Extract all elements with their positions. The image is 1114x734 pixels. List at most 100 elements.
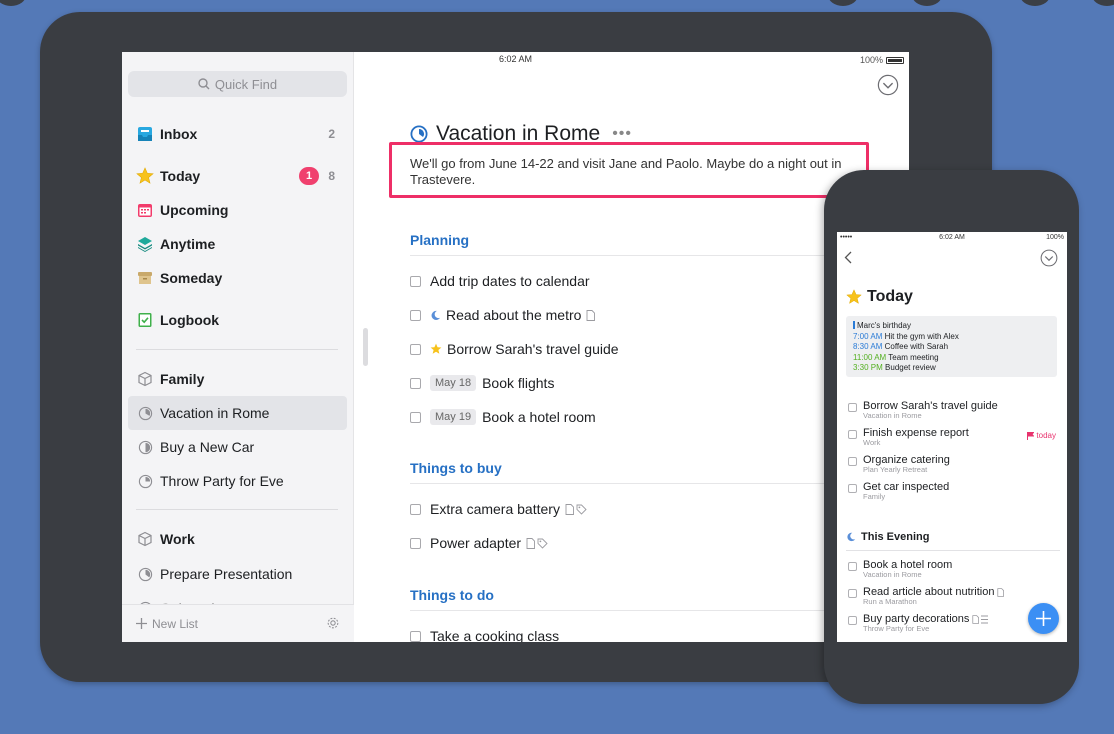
calendar-event: 3:30 PM Budget review bbox=[853, 363, 936, 372]
sidebar-footer: New List bbox=[122, 604, 354, 642]
todo-checkbox[interactable] bbox=[410, 537, 421, 549]
back-chevron-icon[interactable] bbox=[844, 251, 852, 264]
sidebar-project-label: Prepare Presentation bbox=[160, 566, 293, 582]
note-icon bbox=[997, 588, 1005, 597]
todo-checkbox[interactable] bbox=[410, 309, 421, 321]
status-time: 6:02 AM bbox=[939, 234, 965, 241]
star-icon bbox=[430, 343, 442, 354]
todo-checkbox[interactable] bbox=[848, 484, 857, 493]
sidebar-item-label: Inbox bbox=[160, 126, 198, 142]
todo-item[interactable]: Take a cooking class bbox=[410, 625, 559, 642]
todo-checkbox[interactable] bbox=[848, 403, 857, 412]
note-icon bbox=[565, 503, 574, 515]
new-list-button[interactable]: New List bbox=[136, 617, 198, 631]
background-shape bbox=[1092, 0, 1114, 6]
sidebar-item-someday[interactable]: Someday bbox=[128, 261, 347, 295]
date-chip: May 19 bbox=[430, 409, 477, 425]
todo-item[interactable]: Organize catering Plan Yearly Retreat bbox=[848, 454, 1058, 474]
sidebar-item-upcoming[interactable]: Upcoming bbox=[128, 193, 347, 227]
todo-checkbox[interactable] bbox=[410, 343, 421, 355]
section-heading-planning[interactable]: Planning bbox=[410, 232, 469, 248]
sidebar-item-label: Today bbox=[160, 168, 201, 184]
more-options-button[interactable]: ••• bbox=[612, 125, 632, 143]
todo-item[interactable]: Finish expense report Work today bbox=[848, 427, 1058, 447]
add-todo-button[interactable] bbox=[1028, 603, 1059, 634]
todo-project: Plan Yearly Retreat bbox=[863, 465, 928, 474]
section-heading-this-evening[interactable]: This Evening bbox=[846, 531, 929, 543]
todo-item[interactable]: Buy party decorations Throw Party for Ev… bbox=[848, 613, 1058, 633]
todo-title: Power adapter bbox=[430, 535, 522, 551]
calendar-event: 7:00 AM Hit the gym with Alex bbox=[853, 331, 959, 341]
chevron-down-circle-icon[interactable] bbox=[1040, 249, 1058, 267]
todo-item[interactable]: Book a hotel room Vacation in Rome bbox=[848, 559, 1058, 579]
sidebar-project-buy-a-new-car[interactable]: Buy a New Car bbox=[128, 430, 347, 464]
sidebar-project-label: Throw Party for Eve bbox=[160, 473, 284, 489]
sidebar-area-family[interactable]: Family bbox=[128, 362, 347, 396]
todo-checkbox[interactable] bbox=[410, 630, 421, 642]
todo-checkbox[interactable] bbox=[848, 616, 857, 625]
todo-title: Read about the metro bbox=[446, 307, 582, 323]
sidebar-area-work[interactable]: Work bbox=[128, 522, 347, 556]
todo-title: Borrow Sarah's travel guide bbox=[447, 341, 619, 357]
todo-item[interactable]: Add trip dates to calendar bbox=[410, 270, 590, 292]
ipad-screen: iPad 6:02 AM 100% Quick Find Inbox 2 Tod… bbox=[122, 52, 909, 642]
section-heading-things-to-buy[interactable]: Things to buy bbox=[410, 460, 502, 476]
sidebar-divider bbox=[136, 509, 338, 510]
sidebar-item-inbox[interactable]: Inbox 2 bbox=[128, 117, 347, 151]
sidebar-project-vacation-in-rome[interactable]: Vacation in Rome bbox=[128, 396, 347, 430]
background-shape bbox=[0, 0, 26, 6]
calendar-events[interactable]: Marc's birthday 7:00 AM Hit the gym with… bbox=[846, 316, 1057, 377]
search-icon bbox=[198, 78, 210, 90]
background-shape bbox=[1020, 0, 1050, 6]
todo-item[interactable]: Read article about nutrition Run a Marat… bbox=[848, 586, 1058, 606]
todo-item[interactable]: May 18 Book flights bbox=[410, 372, 554, 394]
sidebar-project-throw-party-for-eve[interactable]: Throw Party for Eve bbox=[128, 464, 347, 498]
todo-item[interactable]: Power adapter bbox=[410, 532, 548, 554]
due-badge: 1 bbox=[299, 167, 319, 185]
todo-checkbox[interactable] bbox=[848, 589, 857, 598]
sidebar-item-logbook[interactable]: Logbook bbox=[128, 303, 347, 337]
section-divider bbox=[846, 550, 1060, 551]
chevron-down-circle-icon[interactable] bbox=[877, 74, 899, 96]
todo-checkbox[interactable] bbox=[848, 457, 857, 466]
note-icon bbox=[526, 537, 536, 549]
project-progress-icon bbox=[136, 565, 154, 583]
settings-gear-icon[interactable] bbox=[326, 616, 340, 630]
todo-checkbox[interactable] bbox=[410, 503, 421, 515]
todo-item[interactable]: Read about the metro bbox=[410, 304, 596, 326]
todo-checkbox[interactable] bbox=[848, 430, 857, 439]
sidebar-area-label: Family bbox=[160, 371, 205, 387]
todo-title: Take a cooking class bbox=[430, 628, 560, 642]
todo-item[interactable]: May 19 Book a hotel room bbox=[410, 406, 596, 428]
section-divider bbox=[410, 483, 880, 484]
todo-item[interactable]: Extra camera battery bbox=[410, 498, 587, 520]
quick-find-search[interactable]: Quick Find bbox=[128, 71, 347, 97]
todo-project: Vacation in Rome bbox=[863, 570, 922, 579]
sidebar-project-label: Buy a New Car bbox=[160, 439, 255, 455]
todo-checkbox[interactable] bbox=[410, 411, 421, 423]
sidebar-divider bbox=[136, 349, 338, 350]
area-cube-icon bbox=[136, 530, 154, 548]
project-progress-icon bbox=[136, 404, 154, 422]
project-progress-icon bbox=[136, 438, 154, 456]
todo-checkbox[interactable] bbox=[410, 275, 421, 287]
sidebar-item-today[interactable]: Today 1 8 bbox=[128, 159, 347, 193]
todo-project: Family bbox=[863, 492, 886, 501]
note-icon bbox=[586, 309, 596, 321]
todo-item[interactable]: Borrow Sarah's travel guide bbox=[410, 338, 619, 360]
todo-item[interactable]: Borrow Sarah's travel guide Vacation in … bbox=[848, 400, 1058, 420]
layers-icon bbox=[136, 235, 154, 253]
todo-item[interactable]: Get car inspected Family bbox=[848, 481, 1058, 501]
archive-box-icon bbox=[136, 269, 154, 287]
sidebar-item-anytime[interactable]: Anytime bbox=[128, 227, 347, 261]
todo-title: Add trip dates to calendar bbox=[430, 273, 590, 289]
todo-checkbox[interactable] bbox=[410, 377, 421, 389]
todo-checkbox[interactable] bbox=[848, 562, 857, 571]
sidebar-project-prepare-presentation[interactable]: Prepare Presentation bbox=[128, 557, 347, 591]
project-progress-icon bbox=[410, 125, 428, 143]
background-shape bbox=[828, 0, 858, 6]
section-heading-things-to-do[interactable]: Things to do bbox=[410, 587, 494, 603]
area-cube-icon bbox=[136, 370, 154, 388]
moon-icon bbox=[431, 310, 441, 320]
todo-project: Run a Marathon bbox=[863, 597, 917, 606]
